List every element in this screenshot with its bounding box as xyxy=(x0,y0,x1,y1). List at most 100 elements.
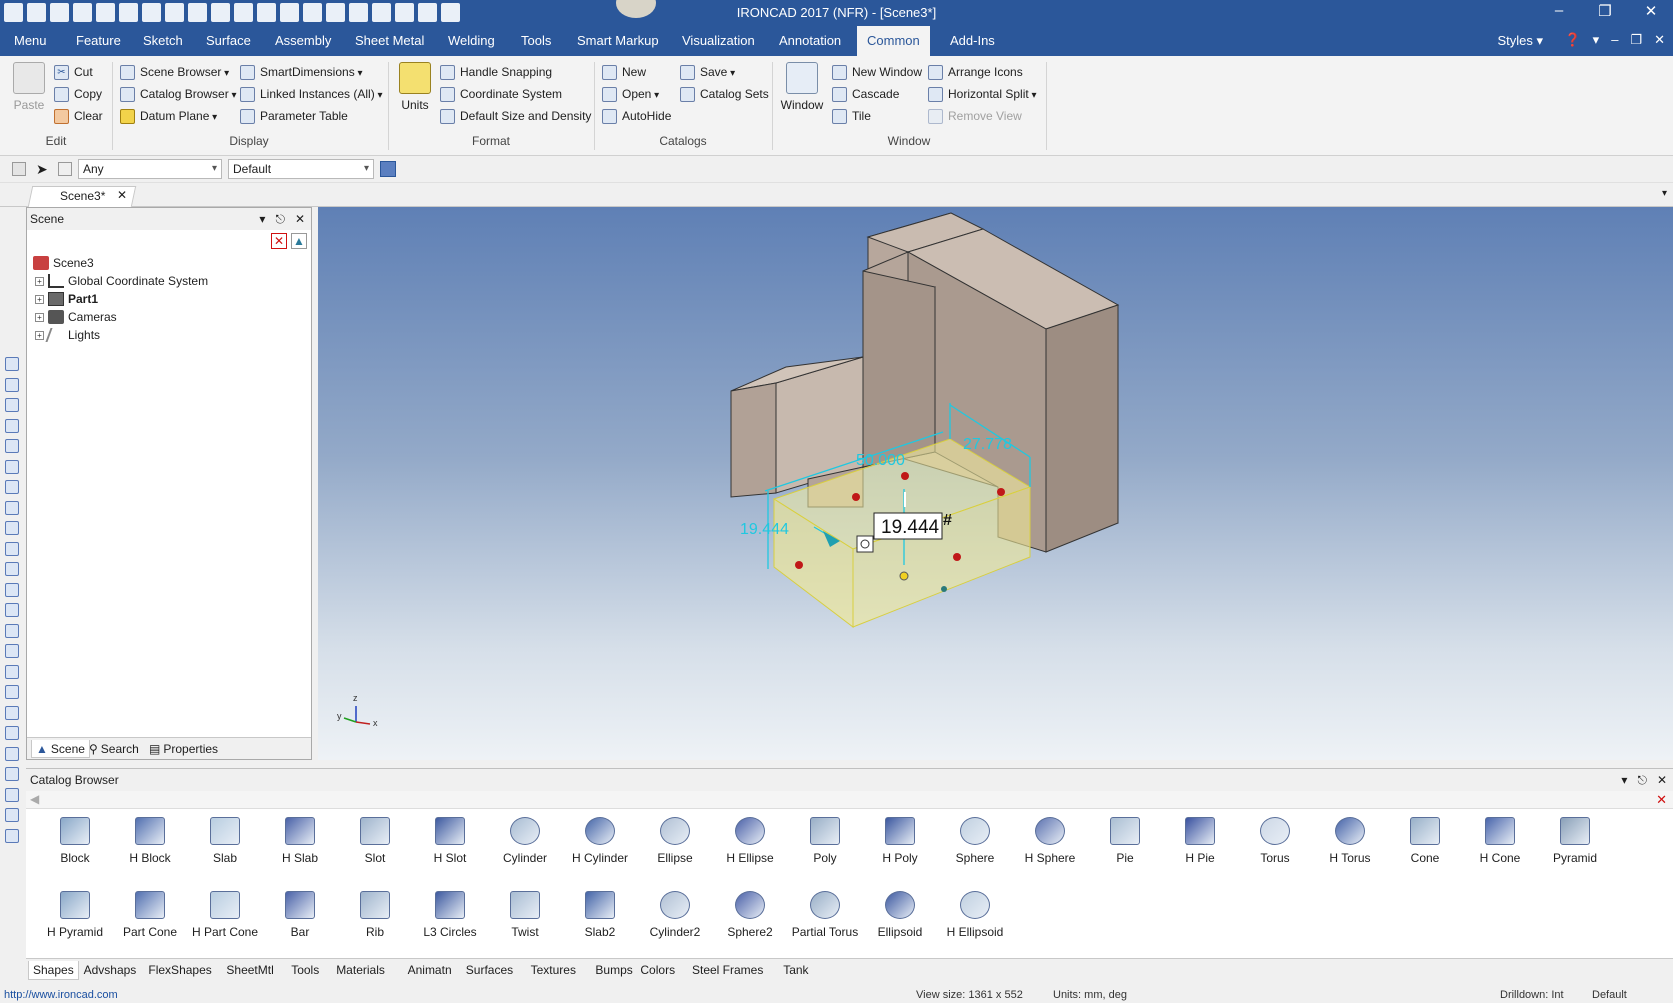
catalog-tab-bumps[interactable]: Bumps xyxy=(591,961,636,980)
cube-view-icon[interactable] xyxy=(5,582,19,597)
tab-welding[interactable]: Welding xyxy=(438,26,505,56)
tab-sheet-metal[interactable]: Sheet Metal xyxy=(345,26,434,56)
catalog-item-twist[interactable]: Twist xyxy=(488,891,562,939)
catalog-item-ellipsoid[interactable]: Ellipsoid xyxy=(863,891,937,939)
clear-button[interactable]: Clear xyxy=(54,106,103,126)
tab-scene[interactable]: ▲ Scene xyxy=(31,740,90,758)
tree-node-cameras[interactable]: + Cameras xyxy=(31,308,208,326)
catalog-item-rib[interactable]: Rib xyxy=(338,891,412,939)
catalog-tab-textures[interactable]: Textures xyxy=(527,961,580,980)
catalog-item-pie[interactable]: Pie xyxy=(1088,817,1162,865)
status-drilldown[interactable]: Drilldown: Int xyxy=(1500,988,1564,1003)
tab-search[interactable]: ⚲ Search xyxy=(85,740,143,758)
close-button[interactable]: ✕ xyxy=(1637,2,1665,20)
catalog-item-h-sphere[interactable]: H Sphere xyxy=(1013,817,1087,865)
cascade-button[interactable]: Cascade xyxy=(832,84,899,104)
catalog-item-pyramid[interactable]: Pyramid xyxy=(1538,817,1612,865)
new-catalog-button[interactable]: New xyxy=(602,62,646,82)
box-select-icon[interactable] xyxy=(58,162,72,176)
cut-button[interactable]: ✂ Cut xyxy=(54,62,93,82)
catalog-item-h-poly[interactable]: H Poly xyxy=(863,817,937,865)
style-select[interactable]: Default xyxy=(228,159,374,179)
catalog-tab-surfaces[interactable]: Surfaces xyxy=(462,961,517,980)
catalog-tab-steel-frames[interactable]: Steel Frames xyxy=(688,961,767,980)
catalog-item-h-block[interactable]: H Block xyxy=(113,817,187,865)
catalog-item-block[interactable]: Block xyxy=(38,817,112,865)
filter-icon[interactable]: ▲ xyxy=(291,233,307,249)
catalog-item-h-torus[interactable]: H Torus xyxy=(1313,817,1387,865)
remove-view-button[interactable]: Remove View xyxy=(928,106,1022,126)
catalog-item-cylinder2[interactable]: Cylinder2 xyxy=(638,891,712,939)
catalog-item-h-part-cone[interactable]: H Part Cone xyxy=(188,891,262,939)
catalog-item-h-ellipse[interactable]: H Ellipse xyxy=(713,817,787,865)
close-icon[interactable]: ✕ xyxy=(117,188,127,202)
tab-common[interactable]: Common xyxy=(857,26,930,56)
angle-icon[interactable] xyxy=(5,808,19,822)
chevron-down-icon[interactable]: ▾ xyxy=(1621,769,1627,791)
tab-sketch[interactable]: Sketch xyxy=(133,26,193,56)
linked-instances-button[interactable]: Linked Instances (All) xyxy=(240,84,383,104)
catalog-item-part-cone[interactable]: Part Cone xyxy=(113,891,187,939)
tab-assembly[interactable]: Assembly xyxy=(265,26,341,56)
expand-icon[interactable]: + xyxy=(35,330,44,340)
window-button[interactable]: Window xyxy=(780,62,824,112)
smart-dimensions-button[interactable]: SmartDimensions xyxy=(240,62,363,82)
scene-browser-button[interactable]: Scene Browser xyxy=(120,62,229,82)
catalog-tab-tank[interactable]: Tank xyxy=(779,961,812,980)
cube-view-icon[interactable] xyxy=(5,500,19,515)
catalog-browser-button[interactable]: Catalog Browser xyxy=(120,84,237,104)
tree-node-part1[interactable]: + Part1 xyxy=(31,290,208,308)
expand-icon[interactable]: + xyxy=(35,276,44,286)
cube-view-icon[interactable] xyxy=(5,541,19,556)
view-icon[interactable] xyxy=(5,418,19,433)
delete-icon[interactable]: ✕ xyxy=(1656,792,1667,808)
handle-snapping-button[interactable]: Handle Snapping xyxy=(440,62,552,82)
open-catalog-button[interactable]: Open xyxy=(602,84,659,104)
eye-icon[interactable] xyxy=(5,705,19,720)
catalog-item-h-ellipsoid[interactable]: H Ellipsoid xyxy=(938,891,1012,939)
pin-icon[interactable]: ⎋ xyxy=(1637,769,1647,791)
rotate-icon[interactable] xyxy=(5,787,19,802)
length-dimension[interactable]: 50.000 xyxy=(856,452,905,469)
catalog-item-h-slot[interactable]: H Slot xyxy=(413,817,487,865)
cube-view-icon[interactable] xyxy=(5,644,19,658)
horizontal-split-button[interactable]: Horizontal Split xyxy=(928,84,1037,104)
pin-icon[interactable] xyxy=(5,357,19,371)
width-dimension[interactable]: 27.778 xyxy=(963,436,1012,453)
help-icon[interactable]: ❓ xyxy=(1564,32,1580,48)
catalog-tab-animatn[interactable]: Animatn xyxy=(404,961,456,980)
3d-viewport[interactable]: 50.000 27.778 19.444 19.444 # z x y xyxy=(318,207,1673,760)
catalog-item-partial-torus[interactable]: Partial Torus xyxy=(788,891,862,939)
catalog-item-sphere2[interactable]: Sphere2 xyxy=(713,891,787,939)
scene-canvas[interactable]: 50.000 27.778 19.444 19.444 # z x y xyxy=(318,207,1673,760)
tab-visualization[interactable]: Visualization xyxy=(672,26,765,56)
triball-icon[interactable] xyxy=(856,535,874,553)
catalog-tab-sheetmtl[interactable]: SheetMtl xyxy=(222,961,277,980)
tree-node-lights[interactable]: + Lights xyxy=(31,326,208,344)
minimize-button[interactable]: – xyxy=(1545,2,1573,20)
expand-icon[interactable]: + xyxy=(35,294,44,304)
parameter-table-button[interactable]: Parameter Table xyxy=(240,106,348,126)
new-window-button[interactable]: New Window xyxy=(832,62,922,82)
cube-view-icon[interactable] xyxy=(5,623,19,638)
cube-view-icon[interactable] xyxy=(5,603,19,617)
catalog-tab-tools[interactable]: Tools xyxy=(287,961,323,980)
view-icon[interactable] xyxy=(5,439,19,453)
select-filter-icon[interactable] xyxy=(12,162,26,176)
catalog-item-bar[interactable]: Bar xyxy=(263,891,337,939)
cube-view-icon[interactable] xyxy=(5,521,19,535)
hierarchy-icon[interactable] xyxy=(380,161,396,177)
catalog-item-sphere[interactable]: Sphere xyxy=(938,817,1012,865)
catalog-item-h-cone[interactable]: H Cone xyxy=(1463,817,1537,865)
tab-annotation[interactable]: Annotation xyxy=(769,26,851,56)
catalog-item-cone[interactable]: Cone xyxy=(1388,817,1462,865)
restore-doc-icon[interactable]: ❐ xyxy=(1630,32,1642,48)
copy-button[interactable]: Copy xyxy=(54,84,102,104)
catalog-tab-materials[interactable]: Materials xyxy=(332,961,389,980)
catalog-item-h-cylinder[interactable]: H Cylinder xyxy=(563,817,637,865)
document-tab-label[interactable]: Scene3* xyxy=(60,189,105,203)
tab-menu[interactable]: Menu xyxy=(4,26,57,56)
coordinate-system-button[interactable]: Coordinate System xyxy=(440,84,562,104)
catalog-item-l3-circles[interactable]: L3 Circles xyxy=(413,891,487,939)
catalog-item-slot[interactable]: Slot xyxy=(338,817,412,865)
